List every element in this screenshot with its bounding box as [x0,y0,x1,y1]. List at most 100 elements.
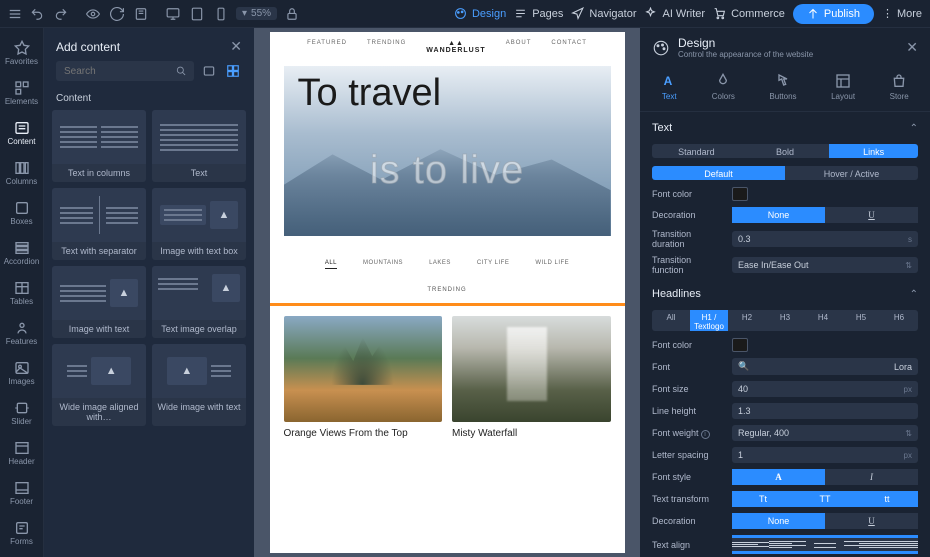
card-text-image-overlap[interactable]: ▲Text image overlap [152,266,246,338]
desktop-icon[interactable] [166,7,180,21]
hero-image[interactable]: To travel is to live [284,66,611,236]
more-menu[interactable]: ⋮ More [882,7,922,20]
rail-elements[interactable]: Elements [2,76,42,110]
refresh-icon[interactable] [110,7,124,21]
navigator-link[interactable]: Navigator [571,7,636,20]
close-icon[interactable]: ✕ [230,38,242,55]
trans-fn-select[interactable]: Ease In/Ease Out⇅ [732,257,918,273]
line-height-input[interactable]: 1.3 [732,403,918,419]
tab-store[interactable]: Store [890,73,909,101]
transform-upper[interactable]: TT [794,491,856,507]
menu-icon[interactable] [8,7,22,21]
tab-all[interactable]: ALL [325,260,337,269]
font-size-input[interactable]: 40px [732,381,918,397]
align-center[interactable] [806,535,843,554]
rail-features[interactable]: Features [2,316,42,350]
h-h5[interactable]: H5 [842,310,880,331]
mobile-icon[interactable] [214,7,228,21]
site-preview[interactable]: FEATURED TRENDING ▲▲WANDERLUST ABOUT CON… [270,32,625,553]
card-text-in-columns[interactable]: Text in columns [52,110,146,182]
seg-bold[interactable]: Bold [741,144,830,158]
h-h6[interactable]: H6 [880,310,918,331]
style-normal[interactable]: A [732,469,825,485]
font-color-swatch[interactable] [732,187,748,201]
nav-featured[interactable]: FEATURED [307,40,347,54]
grid-view-icon[interactable] [224,62,242,80]
save-icon[interactable] [134,7,148,21]
tab-mountains[interactable]: MOUNTAINS [363,260,403,269]
seg-default[interactable]: Default [652,166,785,180]
lock-icon[interactable] [285,7,299,21]
transform-capitalize[interactable]: Tt [732,491,794,507]
rail-boxes[interactable]: Boxes [2,196,42,230]
text-section-head[interactable]: Text⌃ [640,112,930,140]
seg-standard[interactable]: Standard [652,144,741,158]
align-left[interactable] [769,535,806,554]
rail-content[interactable]: Content [2,116,42,150]
canvas[interactable]: FEATURED TRENDING ▲▲WANDERLUST ABOUT CON… [254,28,640,557]
rail-columns[interactable]: Columns [2,156,42,190]
align-justify[interactable] [881,535,918,554]
seg-links[interactable]: Links [829,144,918,158]
info-icon[interactable]: i [701,430,710,439]
transform-lower[interactable]: tt [856,491,918,507]
rail-header[interactable]: Header [2,436,42,470]
align-right[interactable] [844,535,881,554]
h-h2[interactable]: H2 [728,310,766,331]
align-default[interactable] [732,535,769,554]
h-all[interactable]: All [652,310,690,331]
ai-writer-link[interactable]: AI Writer [644,7,705,20]
tab-layout[interactable]: Layout [831,73,855,101]
font-select[interactable]: 🔍Lora [732,358,918,375]
card-text-separator[interactable]: Text with separator [52,188,146,260]
font-weight-select[interactable]: Regular, 400⇅ [732,425,918,441]
deco-none[interactable]: None [732,207,825,223]
rail-forms[interactable]: Forms [2,516,42,550]
card-image-with-text[interactable]: ▲Image with text [52,266,146,338]
rail-footer[interactable]: Footer [2,476,42,510]
tablet-icon[interactable] [190,7,204,21]
site-logo[interactable]: ▲▲WANDERLUST [426,40,485,54]
search-input[interactable] [56,61,194,81]
nav-about[interactable]: ABOUT [506,40,532,54]
headlines-section-head[interactable]: Headlines⌃ [640,278,930,306]
card-wide-image-text[interactable]: ▲Wide image with text [152,344,246,426]
seg-hover[interactable]: Hover / Active [785,166,918,180]
deco-underline[interactable]: U [825,207,918,223]
h-h3[interactable]: H3 [766,310,804,331]
undo-icon[interactable] [30,7,44,21]
card-wide-image-aligned[interactable]: ▲Wide image aligned with… [52,344,146,426]
list-view-icon[interactable] [200,62,218,80]
h-deco-none[interactable]: None [732,513,825,529]
rail-favorites[interactable]: Favorites [2,36,42,70]
publish-button[interactable]: Publish [793,4,874,24]
letter-spacing-input[interactable]: 1px [732,447,918,463]
rail-tables[interactable]: Tables [2,276,42,310]
close-icon[interactable]: ✕ [906,39,918,56]
article-card[interactable]: Orange Views From the Top [284,316,443,439]
nav-trending[interactable]: TRENDING [367,40,406,54]
tab-text[interactable]: AText [661,73,677,101]
h-h4[interactable]: H4 [804,310,842,331]
h-font-color-swatch[interactable] [732,338,748,352]
tab-wild-life[interactable]: WILD LIFE [535,260,569,269]
rail-images[interactable]: Images [2,356,42,390]
design-link[interactable]: Design [454,7,506,20]
redo-icon[interactable] [54,7,68,21]
rail-accordion[interactable]: Accordion [2,236,42,270]
rail-slider[interactable]: Slider [2,396,42,430]
tab-colors[interactable]: Colors [712,73,735,101]
pages-link[interactable]: Pages [514,7,563,20]
trans-dur-input[interactable]: 0.3s [732,231,918,247]
card-text[interactable]: Text [152,110,246,182]
nav-contact[interactable]: CONTACT [551,40,587,54]
tab-lakes[interactable]: LAKES [429,260,451,269]
article-card[interactable]: Misty Waterfall [452,316,611,439]
zoom-select[interactable]: ▾ 55% [236,7,277,20]
h-deco-underline[interactable]: U [825,513,918,529]
eye-icon[interactable] [86,7,100,21]
h-h1[interactable]: H1 / Textlogo [690,310,728,331]
tab-buttons[interactable]: Buttons [769,73,796,101]
card-image-text-box[interactable]: ▲Image with text box [152,188,246,260]
tab-city-life[interactable]: CITY LIFE [477,260,509,269]
